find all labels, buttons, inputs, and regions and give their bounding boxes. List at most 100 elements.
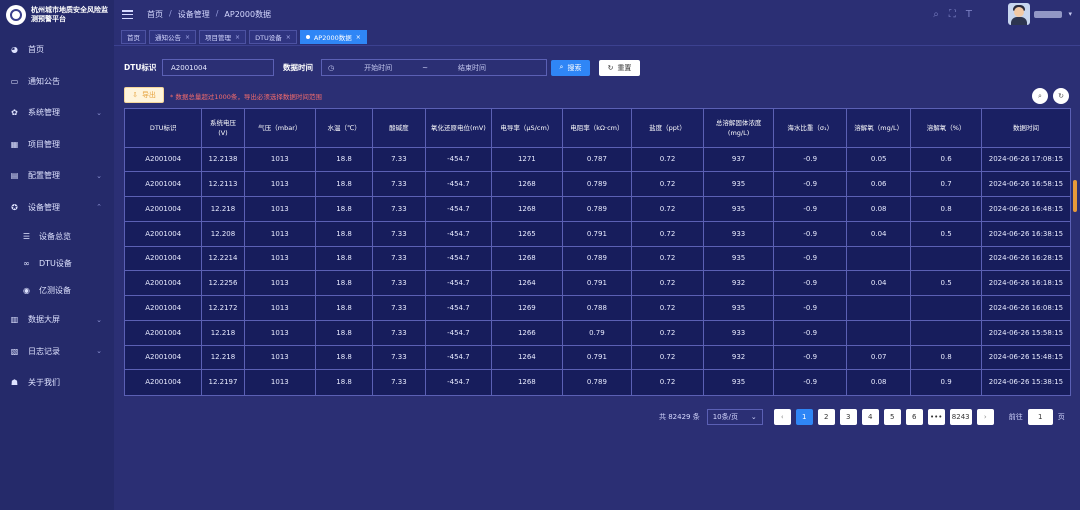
header-tools: ⌕ ⛶ T <box>933 9 972 20</box>
table-cell: 0.05 <box>846 147 912 173</box>
start-time-input[interactable]: 开始时间 <box>364 63 392 73</box>
table-cell: 12.208 <box>201 221 245 247</box>
table-cell: 0.72 <box>631 270 704 296</box>
dtu-input[interactable]: A2001004 <box>162 59 274 76</box>
tab-1[interactable]: 通知公告 × <box>149 30 197 44</box>
table-cell: 0.06 <box>846 171 912 197</box>
search-toggle-icon[interactable]: ⌕ <box>1032 88 1048 104</box>
dashboard-icon: ◕ <box>11 45 18 55</box>
table-cell: 18.8 <box>315 196 374 222</box>
table-cell: 12.218 <box>201 345 245 371</box>
column-header: 氧化还原电位(mV) <box>425 109 493 148</box>
sidebar-item-10[interactable]: ▧ 日志记录 ⌄ <box>0 336 114 368</box>
date-range-picker[interactable]: ◷ 开始时间 ~ 结束时间 <box>321 59 547 76</box>
breadcrumb-item-home[interactable]: 首页 <box>147 9 163 20</box>
table-body: A2001004 12.2138 1013 18.8 7.33 -454.7 1271 0.7… <box>125 147 1070 395</box>
table-row[interactable]: A2001004 12.2256 1013 18.8 7.33 -454.7 1264 0.7… <box>125 270 1070 296</box>
close-icon[interactable]: × <box>286 34 291 41</box>
page-button[interactable]: 3 <box>839 409 857 425</box>
table-row[interactable]: A2001004 12.218 1013 18.8 7.33 -454.7 1264 0.79… <box>125 345 1070 371</box>
time-label: 数据时间 <box>283 63 313 72</box>
tab-label: DTU设备 <box>255 34 282 42</box>
sidebar-item-1[interactable]: ▭ 通知公告 <box>0 66 114 98</box>
table-cell: -0.9 <box>773 270 848 296</box>
table-cell: 1013 <box>244 320 317 346</box>
table-cell: 937 <box>703 147 775 173</box>
sidebar-item-4[interactable]: ▤ 配置管理 ⌄ <box>0 160 114 192</box>
refresh-icon: ↻ <box>607 63 614 72</box>
page-button[interactable]: 4 <box>861 409 879 425</box>
table-cell: 2024-06-26 15:48:15 <box>981 345 1070 371</box>
close-icon[interactable]: × <box>356 34 361 41</box>
menu-toggle-icon[interactable] <box>122 10 133 19</box>
table-cell: 18.8 <box>315 171 374 197</box>
table-row[interactable]: A2001004 12.218 1013 18.8 7.33 -454.7 1268 0.78… <box>125 196 1070 222</box>
table-cell: 1013 <box>244 221 317 247</box>
page-button[interactable]: ••• <box>927 409 945 425</box>
goto-page-input[interactable]: 1 <box>1027 409 1053 425</box>
table-cell: -454.7 <box>425 196 493 222</box>
sidebar-item-11[interactable]: ☗ 关于我们 <box>0 367 114 399</box>
search-icon[interactable]: ⌕ <box>933 9 939 20</box>
sidebar-item-7[interactable]: ∞ DTU设备 <box>0 250 114 277</box>
export-button[interactable]: ⇩ 导出 <box>124 87 164 103</box>
table-cell: -454.7 <box>425 320 493 346</box>
table-row[interactable]: A2001004 12.2138 1013 18.8 7.33 -454.7 1271 0.7… <box>125 147 1070 173</box>
close-icon[interactable]: × <box>185 34 190 41</box>
tab-2[interactable]: 项目管理 × <box>199 30 247 44</box>
font-size-icon[interactable]: T <box>966 9 972 20</box>
table-cell: 18.8 <box>315 246 374 272</box>
tab-4[interactable]: AP2000数据 × <box>299 30 367 44</box>
chevron-down-icon[interactable]: ▾ <box>1068 10 1072 18</box>
data-table: DTU标识 系统电压(V) 气压（mbar） 水温（℃） 酸碱度 氧化还原电位(mV) 电导… <box>124 108 1071 396</box>
table-cell: 0.789 <box>562 246 633 272</box>
chevron-down-icon: ⌄ <box>750 413 757 421</box>
username-blurred[interactable] <box>1034 11 1062 18</box>
search-button[interactable]: ⌕ 搜索 <box>551 59 590 76</box>
table-cell: 1013 <box>244 369 317 395</box>
avatar[interactable] <box>1008 3 1030 25</box>
sidebar-item-3[interactable]: ▦ 项目管理 <box>0 129 114 161</box>
top-header: 首页 / 设备管理 / AP2000数据 ⌕ ⛶ T ▾ <box>114 0 1080 29</box>
column-header: 溶解氧（mg/L） <box>846 109 912 148</box>
table-cell: 2024-06-26 15:58:15 <box>981 320 1070 346</box>
range-separator: ~ <box>422 63 428 72</box>
chevron-down-icon: ⌄ <box>96 171 102 180</box>
reset-button[interactable]: ↻ 重置 <box>599 59 640 76</box>
table-cell: 18.8 <box>315 369 374 395</box>
sidebar-item-2[interactable]: ✿ 系统管理 ⌄ <box>0 97 114 129</box>
table-row[interactable]: A2001004 12.208 1013 18.8 7.33 -454.7 1265 0.79… <box>125 221 1070 247</box>
sidebar-item-8[interactable]: ◉ 亿测设备 <box>0 277 114 304</box>
table-cell: 0.72 <box>631 196 704 222</box>
breadcrumb-item-current: AP2000数据 <box>224 10 272 19</box>
page-button[interactable]: 6 <box>905 409 923 425</box>
page-button[interactable]: 8243 <box>949 409 972 425</box>
sidebar-item-0[interactable]: ◕ 首页 <box>0 34 114 66</box>
next-page-button[interactable]: › <box>976 409 994 425</box>
sidebar-item-6[interactable]: ☰ 设备总览 <box>0 223 114 250</box>
breadcrumb-item-device[interactable]: 设备管理 <box>178 9 210 20</box>
page-button[interactable]: 5 <box>883 409 901 425</box>
end-time-input[interactable]: 结束时间 <box>458 63 486 73</box>
refresh-icon[interactable]: ↻ <box>1053 88 1069 104</box>
table-cell: 12.2197 <box>201 369 245 395</box>
table-cell: 0.791 <box>562 270 633 296</box>
table-row[interactable]: A2001004 12.2172 1013 18.8 7.33 -454.7 1269 0.7… <box>125 295 1070 321</box>
page-button[interactable]: 1 <box>795 409 813 425</box>
page-button[interactable]: 2 <box>817 409 835 425</box>
sidebar-item-9[interactable]: ▥ 数据大屏 ⌄ <box>0 304 114 336</box>
table-cell: 0.72 <box>631 171 704 197</box>
column-header: 电阻率（kΩ·cm） <box>562 109 633 148</box>
table-row[interactable]: A2001004 12.2214 1013 18.8 7.33 -454.7 1268 0.7… <box>125 246 1070 272</box>
close-icon[interactable]: × <box>235 34 240 41</box>
page-scrollbar[interactable] <box>1073 180 1077 212</box>
prev-page-button[interactable]: ‹ <box>773 409 791 425</box>
tab-3[interactable]: DTU设备 × <box>249 30 297 44</box>
table-row[interactable]: A2001004 12.2113 1013 18.8 7.33 -454.7 1268 0.7… <box>125 171 1070 197</box>
fullscreen-icon[interactable]: ⛶ <box>949 9 956 20</box>
sidebar-item-5[interactable]: ✪ 设备管理 ⌃ <box>0 192 114 224</box>
table-row[interactable]: A2001004 12.218 1013 18.8 7.33 -454.7 1266 0.79… <box>125 320 1070 346</box>
table-row[interactable]: A2001004 12.2197 1013 18.8 7.33 -454.7 1268 0.7… <box>125 369 1070 395</box>
tab-0[interactable]: 首页 <box>121 30 146 44</box>
page-size-select[interactable]: 10条/页 ⌄ <box>706 409 763 425</box>
